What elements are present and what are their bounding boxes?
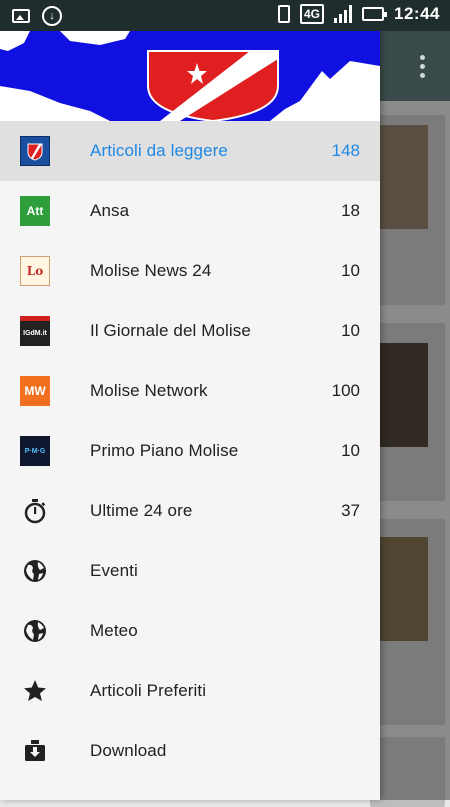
drawer-item-label: Il Giornale del Molise: [90, 321, 251, 340]
image-notification-icon: [12, 9, 30, 23]
overflow-menu-icon: [420, 55, 426, 78]
drawer-item-molise-network[interactable]: MW Molise Network 100: [0, 361, 380, 421]
drawer-item-articoli-preferiti[interactable]: Articoli Preferiti: [0, 661, 380, 721]
molise-region-map-logo: [0, 31, 380, 121]
star-icon: [20, 676, 50, 706]
stopwatch-icon: [20, 496, 50, 526]
drawer-item-label: Primo Piano Molise: [90, 441, 239, 460]
drawer-item-primo-piano-molise[interactable]: P·M·G Primo Piano Molise 10: [0, 421, 380, 481]
drawer-item-ansa[interactable]: Att Ansa 18: [0, 181, 380, 241]
drawer-item-label: Download: [90, 741, 167, 760]
drawer-item-label: Eventi: [90, 561, 138, 580]
drawer-item-count: 10: [341, 441, 360, 460]
drawer-item-articoli-da-leggere[interactable]: Articoli da leggere 148: [0, 121, 380, 181]
drawer-item-eventi[interactable]: Eventi: [0, 541, 380, 601]
molise-news-24-logo-icon: Lo: [20, 256, 50, 286]
drawer-item-label: Molise News 24: [90, 261, 212, 280]
drawer-item-count: 37: [341, 501, 360, 520]
drawer-item-label: Meteo: [90, 621, 138, 640]
download-icon: [20, 736, 50, 766]
drawer-item-label: Ultime 24 ore: [90, 501, 193, 520]
drawer-item-label: Ansa: [90, 201, 130, 220]
drawer-item-meteo[interactable]: Meteo: [0, 601, 380, 661]
drawer-item-label: Molise Network: [90, 381, 208, 400]
signal-icon: [334, 5, 353, 23]
molise-network-logo-icon: MW: [20, 376, 50, 406]
battery-icon: [362, 7, 388, 21]
drawer-item-ultime-24-ore[interactable]: Ultime 24 ore 37: [0, 481, 380, 541]
vibrate-icon: [278, 5, 290, 23]
globe-icon: [20, 616, 50, 646]
giornale-del-molise-logo-icon: IGdM.it: [20, 316, 50, 346]
molise-news-logo-icon: [20, 136, 50, 166]
drawer-item-count: 100: [331, 381, 360, 400]
drawer-item-molise-news-24[interactable]: Lo Molise News 24 10: [0, 241, 380, 301]
drawer-menu: Articoli da leggere 148 Att Ansa 18 Lo M…: [0, 121, 380, 781]
navigation-drawer: Articoli da leggere 148 Att Ansa 18 Lo M…: [0, 31, 380, 800]
clock: 12:44: [394, 4, 440, 23]
drawer-item-count: 148: [331, 141, 360, 160]
drawer-item-label: Articoli Preferiti: [90, 681, 207, 700]
drawer-header: [0, 31, 380, 121]
drawer-item-count: 10: [341, 321, 360, 340]
ansa-logo-icon: Att: [20, 196, 50, 226]
drawer-item-label: Articoli da leggere: [90, 141, 228, 160]
drawer-item-download[interactable]: Download: [0, 721, 380, 781]
download-notification-icon: ↓: [42, 6, 62, 26]
network-type-label: 4G: [300, 4, 325, 24]
globe-icon: [20, 556, 50, 586]
drawer-item-count: 10: [341, 261, 360, 280]
status-bar: ↓ 4G 12:44: [0, 0, 450, 31]
drawer-item-count: 18: [341, 201, 360, 220]
drawer-item-il-giornale-del-molise[interactable]: IGdM.it Il Giornale del Molise 10: [0, 301, 380, 361]
primo-piano-molise-logo-icon: P·M·G: [20, 436, 50, 466]
